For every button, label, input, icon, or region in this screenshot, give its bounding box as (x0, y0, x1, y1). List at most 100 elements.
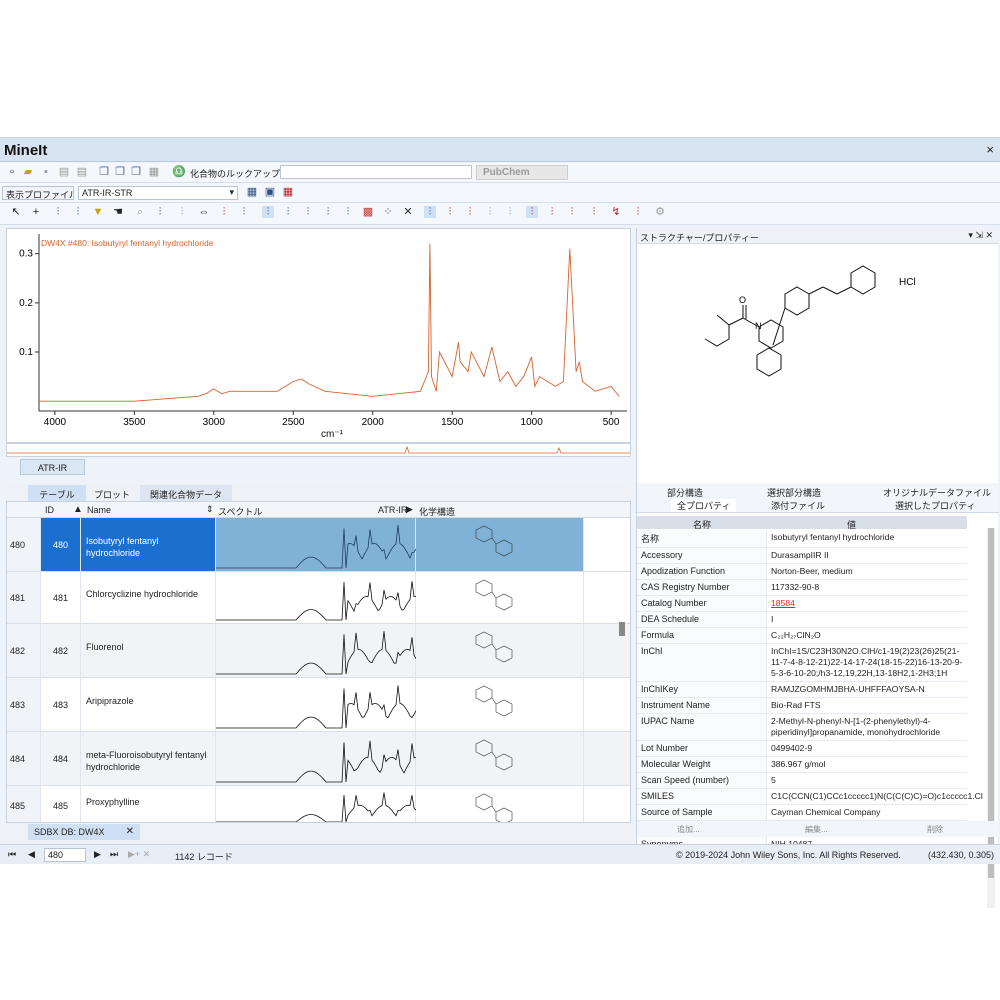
property-row[interactable]: Instrument Name Bio-Rad FTS (637, 698, 967, 714)
table-scrollbar-thumb[interactable] (619, 622, 625, 636)
import-icon[interactable]: ▤ (76, 166, 88, 178)
crosshair-icon[interactable]: + (30, 206, 42, 218)
open-folder-icon[interactable]: ▰ (22, 166, 34, 178)
tab-original-file[interactable]: オリジナルデータファイル (883, 486, 991, 499)
property-row[interactable]: Accessory DurasampIIR II (637, 548, 967, 564)
tile-view-icon[interactable]: ⫶ (302, 206, 314, 218)
copy-icon[interactable]: ❐ (98, 166, 110, 178)
property-row[interactable]: InChI InChI=1S/C23H30N2O.ClH/c1-19(2)23(2… (637, 644, 967, 682)
offset-view-icon[interactable]: ⫶ (282, 206, 294, 218)
property-row[interactable]: SMILES C1C(CCN(C1)CCc1ccccc1)N(C(C(C)C)=O… (637, 789, 983, 805)
profile-select[interactable]: ATR-IR-STR ▾ (78, 186, 238, 200)
table-row[interactable]: 480 480 Isobutyryl fentanyl hydrochloride (7, 518, 630, 572)
property-row[interactable]: Molecular Weight 386.967 g/mol (637, 757, 967, 773)
add-record-icon[interactable]: ▶+ ✕ (128, 849, 150, 860)
cross-cursor-icon[interactable]: ✕ (402, 206, 414, 218)
paste-icon[interactable]: ❐ (130, 166, 142, 178)
expand-horizontal-icon[interactable]: ⇔ (198, 206, 210, 218)
tab-selected-substructure[interactable]: 選択部分構造 (767, 486, 821, 499)
property-row[interactable]: Catalog Number 18584 (637, 596, 967, 612)
play-icon[interactable]: ▶ (406, 504, 413, 515)
layout-icon[interactable]: ▣ (264, 186, 276, 198)
integrate-icon[interactable]: ⫶ (154, 206, 166, 218)
peak-icon[interactable]: ⫶ (52, 206, 64, 218)
close-icon[interactable]: × (986, 142, 994, 157)
table-row[interactable]: 481 481 Chlorcyclizine hydrochloride (7, 572, 630, 624)
bar-view-icon[interactable]: ⫶ (322, 206, 334, 218)
hand-icon[interactable]: ☚ (112, 206, 124, 218)
baseline-icon[interactable]: ⫶ (176, 206, 188, 218)
edit-button[interactable]: 編集... (805, 824, 828, 835)
table-row[interactable]: 485 485 Proxyphylline (7, 786, 630, 822)
property-row[interactable]: Formula C₂₂H₂₇ClN₂O (637, 628, 967, 644)
tab-related-data[interactable]: 関連化合物データ (140, 485, 232, 501)
delete-button[interactable]: 削除 (927, 824, 943, 835)
pick-icon[interactable]: ▼ (92, 206, 104, 218)
property-row[interactable]: Source of Sample Cayman Chemical Company (637, 805, 967, 821)
display-mode-3-icon[interactable]: ⫶ (566, 206, 578, 218)
property-row[interactable]: DEA Schedule I (637, 612, 967, 628)
scatter-icon[interactable]: ⁘ (382, 206, 394, 218)
pubchem-button[interactable]: PubChem (476, 165, 568, 180)
property-value[interactable]: 18584 (767, 596, 967, 611)
display-mode-2-icon[interactable]: ⫶ (546, 206, 558, 218)
tab-table[interactable]: テーブル (28, 485, 86, 501)
first-record-icon[interactable]: ⏮ (8, 849, 16, 860)
close-tab-icon[interactable]: ✕ (126, 826, 134, 837)
new-file-icon[interactable]: ▫ (6, 166, 18, 178)
tab-selected-properties[interactable]: 選択したプロパティ (895, 499, 975, 512)
copy-structure-icon[interactable]: ❐ (114, 166, 126, 178)
fc-icon[interactable]: ⫶ (632, 206, 644, 218)
print-icon[interactable]: ▦ (148, 166, 160, 178)
stack-icon[interactable]: ⫶ (238, 206, 250, 218)
save-icon[interactable]: ▪ (40, 166, 52, 178)
label-peaks-icon[interactable]: ⫶ (588, 206, 600, 218)
tab-attachments[interactable]: 添付ファイル (771, 499, 825, 512)
settings-icon[interactable]: ⚙ (654, 206, 666, 218)
trans-icon[interactable]: ⫶ (464, 206, 476, 218)
table-row[interactable]: 483 483 Aripiprazole (7, 678, 630, 732)
tab-all-properties[interactable]: 全プロパティ (671, 499, 737, 512)
tab-substructure[interactable]: 部分構造 (667, 486, 703, 499)
binoculars-icon[interactable]: ♎ (172, 166, 186, 178)
add-button[interactable]: 追加... (677, 824, 700, 835)
tab-atr-ir[interactable]: ATR-IR (20, 459, 85, 475)
property-row[interactable]: CAS Registry Number 117332-90-8 (637, 580, 967, 596)
spectrum-plot[interactable]: DW4X #480: Isobutyryl fentanyl hydrochlo… (6, 228, 631, 443)
sort-asc-icon[interactable]: ▲ (73, 504, 83, 515)
display-mode-icon[interactable]: ⫶ (526, 206, 538, 218)
table-row[interactable]: 484 484 meta-Fluoroisobutyryl fentanyl hyd… (7, 732, 630, 786)
property-row[interactable]: Lot Number 0499402-9 (637, 741, 967, 757)
export-icon[interactable]: ▤ (58, 166, 70, 178)
table-row[interactable]: 482 482 Fluorenol (7, 624, 630, 678)
overlay-icon[interactable]: ⫶ (218, 206, 230, 218)
property-row[interactable]: Apodization Function Norton-Beer, medium (637, 564, 967, 580)
header-name[interactable]: Name (87, 505, 111, 515)
fill-view-icon[interactable]: ⫶ (342, 206, 354, 218)
lookup-input[interactable] (280, 165, 472, 179)
arrow-peaks-icon[interactable]: ↯ (610, 206, 622, 218)
abs-icon[interactable]: ⫶ (444, 206, 456, 218)
peak-label-icon[interactable]: ⫶ (72, 206, 84, 218)
deriv-icon[interactable]: ⫶ (484, 206, 496, 218)
property-row[interactable]: Scan Speed (number) 5 (637, 773, 967, 789)
property-row[interactable]: IUPAC Name 2-Methyl-N-phenyl-N-[1-(2-phen… (637, 714, 967, 741)
prev-record-icon[interactable]: ◀ (28, 849, 35, 860)
single-view-icon[interactable]: ⫶ (262, 206, 274, 218)
heatmap-icon[interactable]: ▩ (362, 206, 374, 218)
next-record-icon[interactable]: ▶ (94, 849, 101, 860)
tab-plot[interactable]: プロット (88, 485, 136, 501)
catalog-link[interactable]: 18584 (771, 598, 795, 608)
header-structure[interactable]: 化学構造 (419, 505, 455, 518)
record-input[interactable]: 480 (44, 848, 86, 862)
zoom-icon[interactable]: ⌕ (134, 206, 146, 218)
smooth-icon[interactable]: ⫶ (504, 206, 516, 218)
normal-axis-icon[interactable]: ⫶ (424, 206, 436, 218)
db-tab[interactable]: SDBX DB: DW4X ✕ (28, 824, 140, 840)
last-record-icon[interactable]: ⏭ (110, 849, 118, 860)
sort-icon[interactable]: ⇕ (206, 504, 214, 515)
pane-controls-icon[interactable]: ▾ ⇲ ✕ (968, 230, 993, 241)
property-row[interactable]: InChIKey RAMJZGOMHMJBHA-UHFFFAOYSA-N (637, 682, 967, 698)
header-id[interactable]: ID (45, 505, 54, 515)
overview-strip[interactable] (6, 443, 631, 457)
